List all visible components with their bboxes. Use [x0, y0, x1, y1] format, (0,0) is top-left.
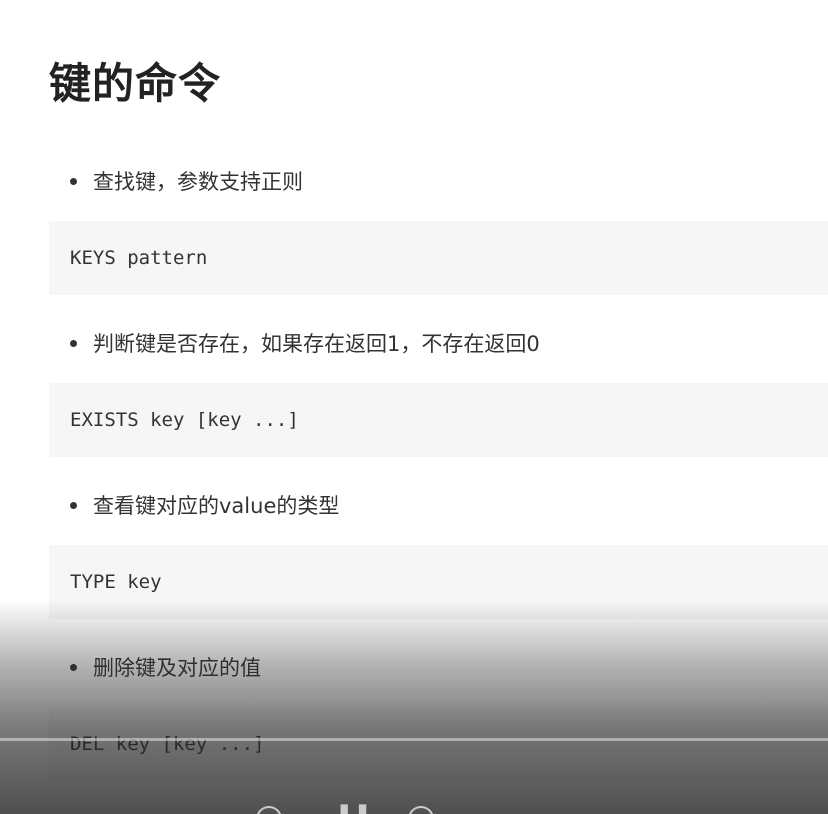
code-text: DEL key [key ...] [70, 733, 265, 755]
document-page: 键的命令 查找键，参数支持正则 KEYS pattern 判断键是否存在，如果存… [0, 0, 828, 814]
list-item-text: 判断键是否存在，如果存在返回1，不存在返回0 [93, 332, 540, 356]
list-item-text: 查找键，参数支持正则 [93, 170, 303, 194]
list-item: 查找键，参数支持正则 [70, 167, 303, 197]
bullet-dot-icon [70, 663, 77, 671]
code-block: DEL key [key ...] [49, 707, 828, 781]
video-controls: ❚❚ [0, 800, 828, 814]
list-item: 查看键对应的value的类型 [70, 491, 339, 521]
bullet-dot-icon [70, 339, 77, 347]
list-item: 删除键及对应的值 [70, 653, 261, 683]
video-progress-bar[interactable] [0, 738, 828, 741]
code-block: TYPE key [49, 545, 828, 619]
page-title: 键的命令 [49, 59, 222, 108]
list-item-text: 删除键及对应的值 [93, 656, 261, 680]
bullet-dot-icon [70, 501, 77, 509]
bullet-dot-icon [70, 177, 77, 185]
code-text: KEYS pattern [70, 247, 208, 269]
code-text: EXISTS key [key ...] [70, 409, 299, 431]
list-item: 判断键是否存在，如果存在返回1，不存在返回0 [70, 329, 540, 359]
pause-icon[interactable]: ❚❚ [335, 804, 372, 814]
replay-icon[interactable] [256, 806, 282, 814]
code-text: TYPE key [70, 571, 162, 593]
forward-icon[interactable] [408, 806, 434, 814]
code-block: EXISTS key [key ...] [49, 383, 828, 457]
list-item-text: 查看键对应的value的类型 [93, 494, 340, 518]
code-block: KEYS pattern [49, 221, 828, 295]
